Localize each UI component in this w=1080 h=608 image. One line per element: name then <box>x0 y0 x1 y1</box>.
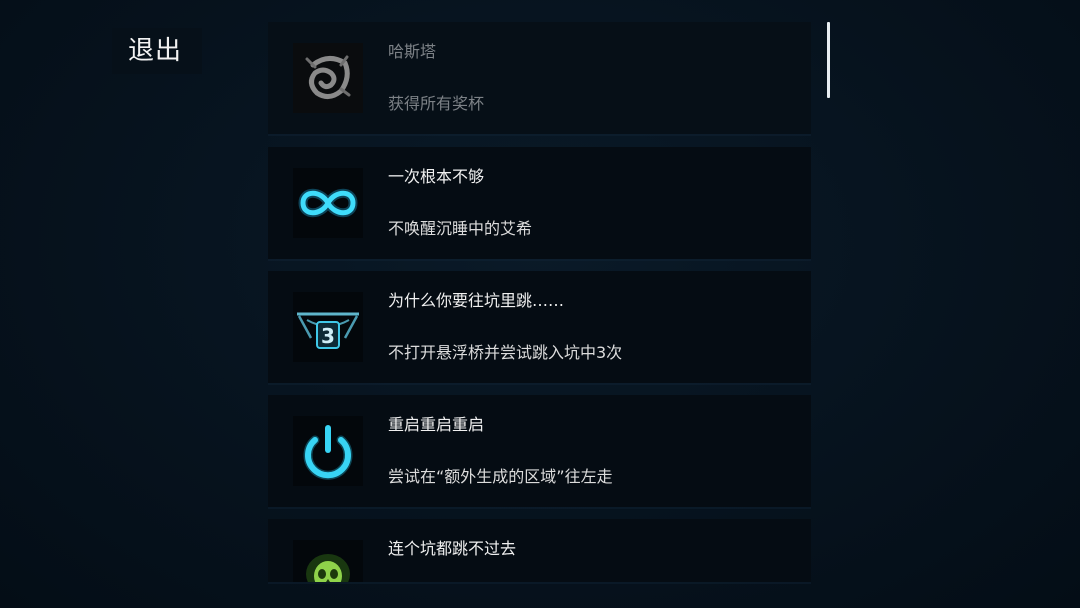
power-icon <box>293 416 363 486</box>
hastur-sigil-icon <box>293 43 363 113</box>
scrollbar[interactable] <box>827 22 830 98</box>
achievement-title: 为什么你要往坑里跳…… <box>388 291 565 310</box>
achievement-description: 不唤醒沉睡中的艾希 <box>388 219 533 238</box>
achievement-card-skull[interactable]: 连个坑都跳不过去 <box>268 519 811 582</box>
bridge-three-icon: 3 <box>293 292 363 362</box>
achievement-description: 获得所有奖杯 <box>388 94 485 113</box>
achievement-list: 哈斯塔 获得所有奖杯 一次根本不够 不唤醒沉睡中的艾希 3 为什么你要往坑里跳…… <box>268 0 811 608</box>
achievement-description: 尝试在“额外生成的区域”往左走 <box>388 467 613 486</box>
achievement-title: 重启重启重启 <box>388 415 485 434</box>
green-skull-icon <box>293 540 363 582</box>
exit-button[interactable]: 退出 <box>112 28 202 74</box>
achievement-card-infinity[interactable]: 一次根本不够 不唤醒沉睡中的艾希 <box>268 147 811 259</box>
achievement-title: 哈斯塔 <box>388 42 437 61</box>
achievement-card-hastur[interactable]: 哈斯塔 获得所有奖杯 <box>268 22 811 134</box>
achievement-title: 一次根本不够 <box>388 167 485 186</box>
achievements-screen: 退出 哈斯塔 获得所有奖杯 一次根本不够 不唤醒沉睡中的艾希 3 为什么你要往坑… <box>0 0 1080 608</box>
achievement-title: 连个坑都跳不过去 <box>388 539 517 558</box>
bridge-three-icon-numeral: 3 <box>321 324 335 348</box>
achievement-description: 不打开悬浮桥并尝试跳入坑中3次 <box>388 343 623 362</box>
achievement-card-restart[interactable]: 重启重启重启 尝试在“额外生成的区域”往左走 <box>268 395 811 507</box>
infinity-icon <box>293 168 363 238</box>
achievement-card-pit-jump[interactable]: 3 为什么你要往坑里跳…… 不打开悬浮桥并尝试跳入坑中3次 <box>268 271 811 383</box>
